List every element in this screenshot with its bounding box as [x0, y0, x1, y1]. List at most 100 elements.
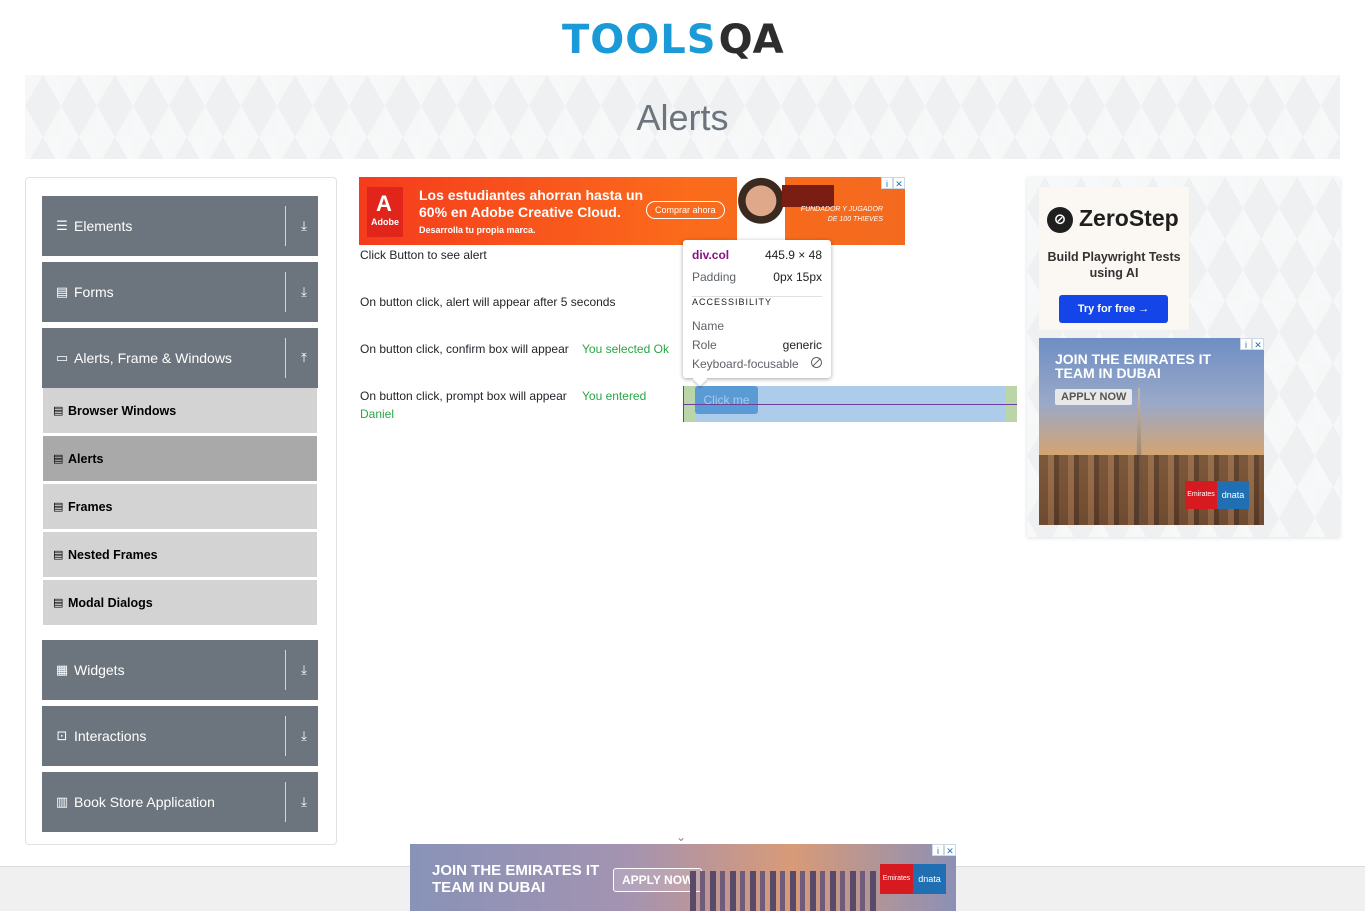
page-banner: Alerts	[25, 75, 1340, 159]
logo-text-tools: TOOLS	[562, 17, 717, 63]
download-arrow-icon: ⤓	[301, 662, 307, 677]
confirm-result: You selected Ok	[582, 342, 669, 356]
chevron-down-icon[interactable]: ⌄	[676, 830, 686, 844]
site-logo[interactable]: TOOLS QA	[562, 10, 784, 70]
bottom-emirates-ad[interactable]: JOIN THE EMIRATES IT TEAM IN DUBAI APPLY…	[410, 844, 956, 911]
inspector-guide-line	[683, 404, 1017, 405]
sidebar-group-label: Elements	[74, 218, 133, 234]
sidebar-group-interactions[interactable]: ⊡ Interactions ⤓	[42, 706, 318, 766]
bottom-ad-logos: Emirates dnata	[880, 864, 946, 894]
sidebar-item-nested-frames[interactable]: ▤ Nested Frames	[43, 532, 317, 578]
ad-controls: i ✕	[881, 177, 905, 189]
sidebar-group-label: Book Store Application	[74, 794, 215, 810]
page-title: Alerts	[636, 97, 729, 138]
adobe-logo-mark: A	[376, 191, 392, 216]
zerostep-ad[interactable]: ⊘ ZeroStep Build Playwright Tests using …	[1039, 187, 1189, 330]
download-arrow-icon: ⤓	[301, 728, 307, 743]
ad-close-icon[interactable]: ✕	[1252, 338, 1264, 350]
adobe-ad[interactable]: A Adobe Los estudiantes ahorran hasta un…	[359, 177, 905, 245]
dnata-logo: dnata	[1217, 481, 1249, 509]
ad-product-image	[782, 185, 834, 207]
ad-tagline: FUNDADOR Y JUGADOR DE 100 THIEVES	[800, 206, 883, 223]
hamburger-icon: ☰	[56, 218, 68, 233]
bottom-skyline-image	[690, 871, 880, 911]
zerostep-logo-icon: ⊘	[1047, 207, 1073, 233]
tooltip-focusable-row: Keyboard-focusable	[692, 357, 822, 371]
emirates-ad[interactable]: JOIN THE EMIRATES IT TEAM IN DUBAI APPLY…	[1039, 338, 1264, 525]
sidebar-group-label: Widgets	[74, 662, 125, 678]
left-sidebar: ☰ Elements ⤓ ▤ Forms ⤓ ▭ Alerts, Frame &…	[25, 177, 337, 845]
divider	[285, 272, 286, 312]
download-arrow-icon: ⤓	[301, 794, 307, 809]
download-arrow-icon: ⤓	[301, 284, 307, 299]
divider	[285, 650, 286, 690]
divider	[285, 716, 286, 756]
tooltip-tag: div.col	[692, 248, 730, 262]
ad-headline: Los estudiantes ahorran hasta un 60% en …	[419, 187, 644, 220]
ad-close-icon[interactable]: ✕	[944, 844, 956, 856]
ad-close-icon[interactable]: ✕	[893, 177, 905, 189]
tooltip-name-row: Name	[692, 319, 822, 333]
divider	[285, 338, 286, 378]
ad-controls: i ✕	[932, 844, 956, 856]
zerostep-subtitle: Build Playwright Tests using AI	[1047, 250, 1181, 280]
sidebar-group-label: Forms	[74, 284, 114, 300]
sidebar-item-label: Browser Windows	[68, 403, 177, 418]
bottom-ad-headline: JOIN THE EMIRATES IT TEAM IN DUBAI	[432, 862, 600, 896]
row-label-confirm: On button click, confirm box will appear	[360, 342, 569, 356]
document-icon: ▤	[53, 453, 64, 465]
bottom-ad-apply-button[interactable]: APPLY NOW	[613, 868, 703, 892]
dnata-logo: dnata	[913, 864, 946, 894]
row-label-timer-alert: On button click, alert will appear after…	[360, 295, 616, 309]
ad-info-icon[interactable]: i	[881, 177, 893, 189]
document-icon: ▤	[53, 597, 64, 609]
divider	[285, 782, 286, 822]
row-label-prompt: On button click, prompt box will appear	[360, 389, 567, 403]
sidebar-item-browser-windows[interactable]: ▤ Browser Windows	[43, 388, 317, 434]
ad-info-icon[interactable]: i	[1240, 338, 1252, 350]
sidebar-group-alerts-frame-windows[interactable]: ▭ Alerts, Frame & Windows ⤒	[42, 328, 318, 388]
sidebar-item-label: Alerts	[68, 451, 104, 466]
emirates-logo: Emirates	[1185, 481, 1217, 509]
sidebar-group-book-store[interactable]: ▥ Book Store Application ⤓	[42, 772, 318, 832]
window-icon: ▭	[55, 350, 69, 365]
prompt-result-value: Daniel	[360, 407, 395, 421]
sidebar-item-label: Nested Frames	[68, 547, 158, 562]
download-arrow-icon: ⤓	[301, 218, 307, 233]
sidebar-group-elements[interactable]: ☰ Elements ⤓	[42, 196, 318, 256]
not-focusable-icon	[811, 357, 822, 368]
sidebar-group-label: Interactions	[74, 728, 147, 744]
adobe-logo-text: Adobe	[371, 217, 399, 227]
tooltip-padding-label: Padding	[692, 270, 737, 284]
emirates-logos: Emirates dnata	[1185, 481, 1249, 509]
sidebar-item-alerts[interactable]: ▤ Alerts	[43, 436, 317, 482]
adobe-logo: A Adobe	[367, 187, 403, 237]
ad-person-image	[737, 177, 785, 245]
tooltip-tag-row: div.col 445.9 × 48	[692, 248, 822, 262]
emirates-logo: Emirates	[880, 864, 913, 894]
divider	[285, 206, 286, 246]
tooltip-role-row: Role generic	[692, 338, 822, 352]
sidebar-group-forms[interactable]: ▤ Forms ⤓	[42, 262, 318, 322]
ad-info-icon[interactable]: i	[932, 844, 944, 856]
logo-text-qa: QA	[718, 17, 784, 63]
ad-controls: i ✕	[1240, 338, 1264, 350]
zerostep-cta-button[interactable]: Try for free →	[1059, 295, 1168, 323]
sidebar-item-frames[interactable]: ▤ Frames	[43, 484, 317, 530]
emirates-apply-button[interactable]: APPLY NOW	[1055, 389, 1133, 405]
document-icon: ▤	[53, 549, 64, 561]
tooltip-role-label: Role	[692, 338, 717, 352]
sidebar-item-label: Modal Dialogs	[68, 595, 153, 610]
upload-arrow-icon: ⤒	[301, 350, 307, 365]
zerostep-name: ZeroStep	[1079, 205, 1179, 231]
inspector-guide-line	[683, 386, 684, 422]
tooltip-padding-row: Padding 0px 15px	[692, 270, 822, 284]
books-icon: ▥	[55, 794, 69, 809]
ad-cta-button[interactable]: Comprar ahora	[646, 201, 725, 219]
sidebar-group-widgets[interactable]: ▦ Widgets ⤓	[42, 640, 318, 700]
document-icon: ▤	[53, 501, 64, 513]
sidebar-group-label: Alerts, Frame & Windows	[74, 350, 232, 366]
inspector-tooltip: div.col 445.9 × 48 Padding 0px 15px ACCE…	[683, 240, 831, 378]
prompt-button[interactable]: Click me	[695, 386, 758, 414]
sidebar-item-modal-dialogs[interactable]: ▤ Modal Dialogs	[43, 580, 317, 626]
